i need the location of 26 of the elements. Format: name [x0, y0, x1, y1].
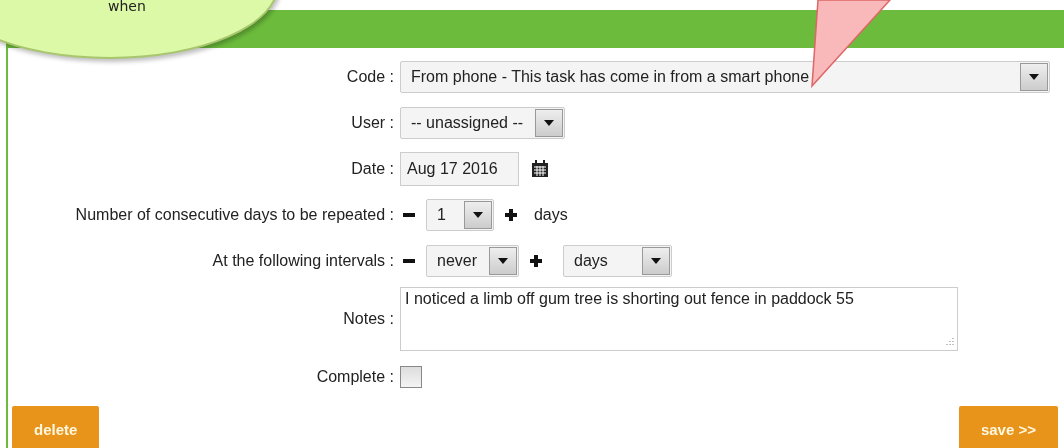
plus-icon[interactable]	[503, 208, 518, 222]
dropdown-caret-icon[interactable]	[535, 109, 564, 137]
notes-field[interactable]: I noticed a limb off gum tree is shorting out fence in paddock 55	[400, 287, 958, 351]
field-label: Number of consecutive days to be repeated :	[74, 206, 395, 224]
dropdown-field[interactable]: From phone - This task has come in from a smart phone	[400, 61, 1050, 93]
dropdown-caret-icon[interactable]	[1020, 63, 1048, 91]
unit-text: days	[533, 206, 568, 224]
dropdown-caret-icon[interactable]	[489, 247, 518, 275]
plus-icon[interactable]	[529, 254, 544, 268]
callout-text: when	[108, 0, 146, 14]
dropdown-field[interactable]: -- unassigned --	[400, 107, 566, 139]
field-label: User :	[350, 114, 395, 132]
dropdown-field[interactable]: 1	[426, 199, 494, 231]
field-label: Notes :	[342, 310, 395, 328]
field-label: At the following intervals :	[211, 252, 395, 270]
dropdown-caret-icon[interactable]	[641, 247, 670, 275]
field-label: Date :	[350, 160, 395, 178]
calendar-icon[interactable]	[530, 160, 549, 178]
dropdown-field[interactable]: never	[426, 245, 520, 277]
dropdown-caret-icon[interactable]	[463, 201, 492, 229]
date-field[interactable]: Aug 17 2016	[400, 152, 519, 186]
field-label: Code :	[345, 68, 395, 86]
dropdown-field[interactable]: days	[563, 245, 672, 277]
complete-checkbox[interactable]	[400, 366, 422, 388]
field-label: Complete :	[315, 368, 395, 386]
resize-grip-icon[interactable]	[944, 337, 954, 347]
